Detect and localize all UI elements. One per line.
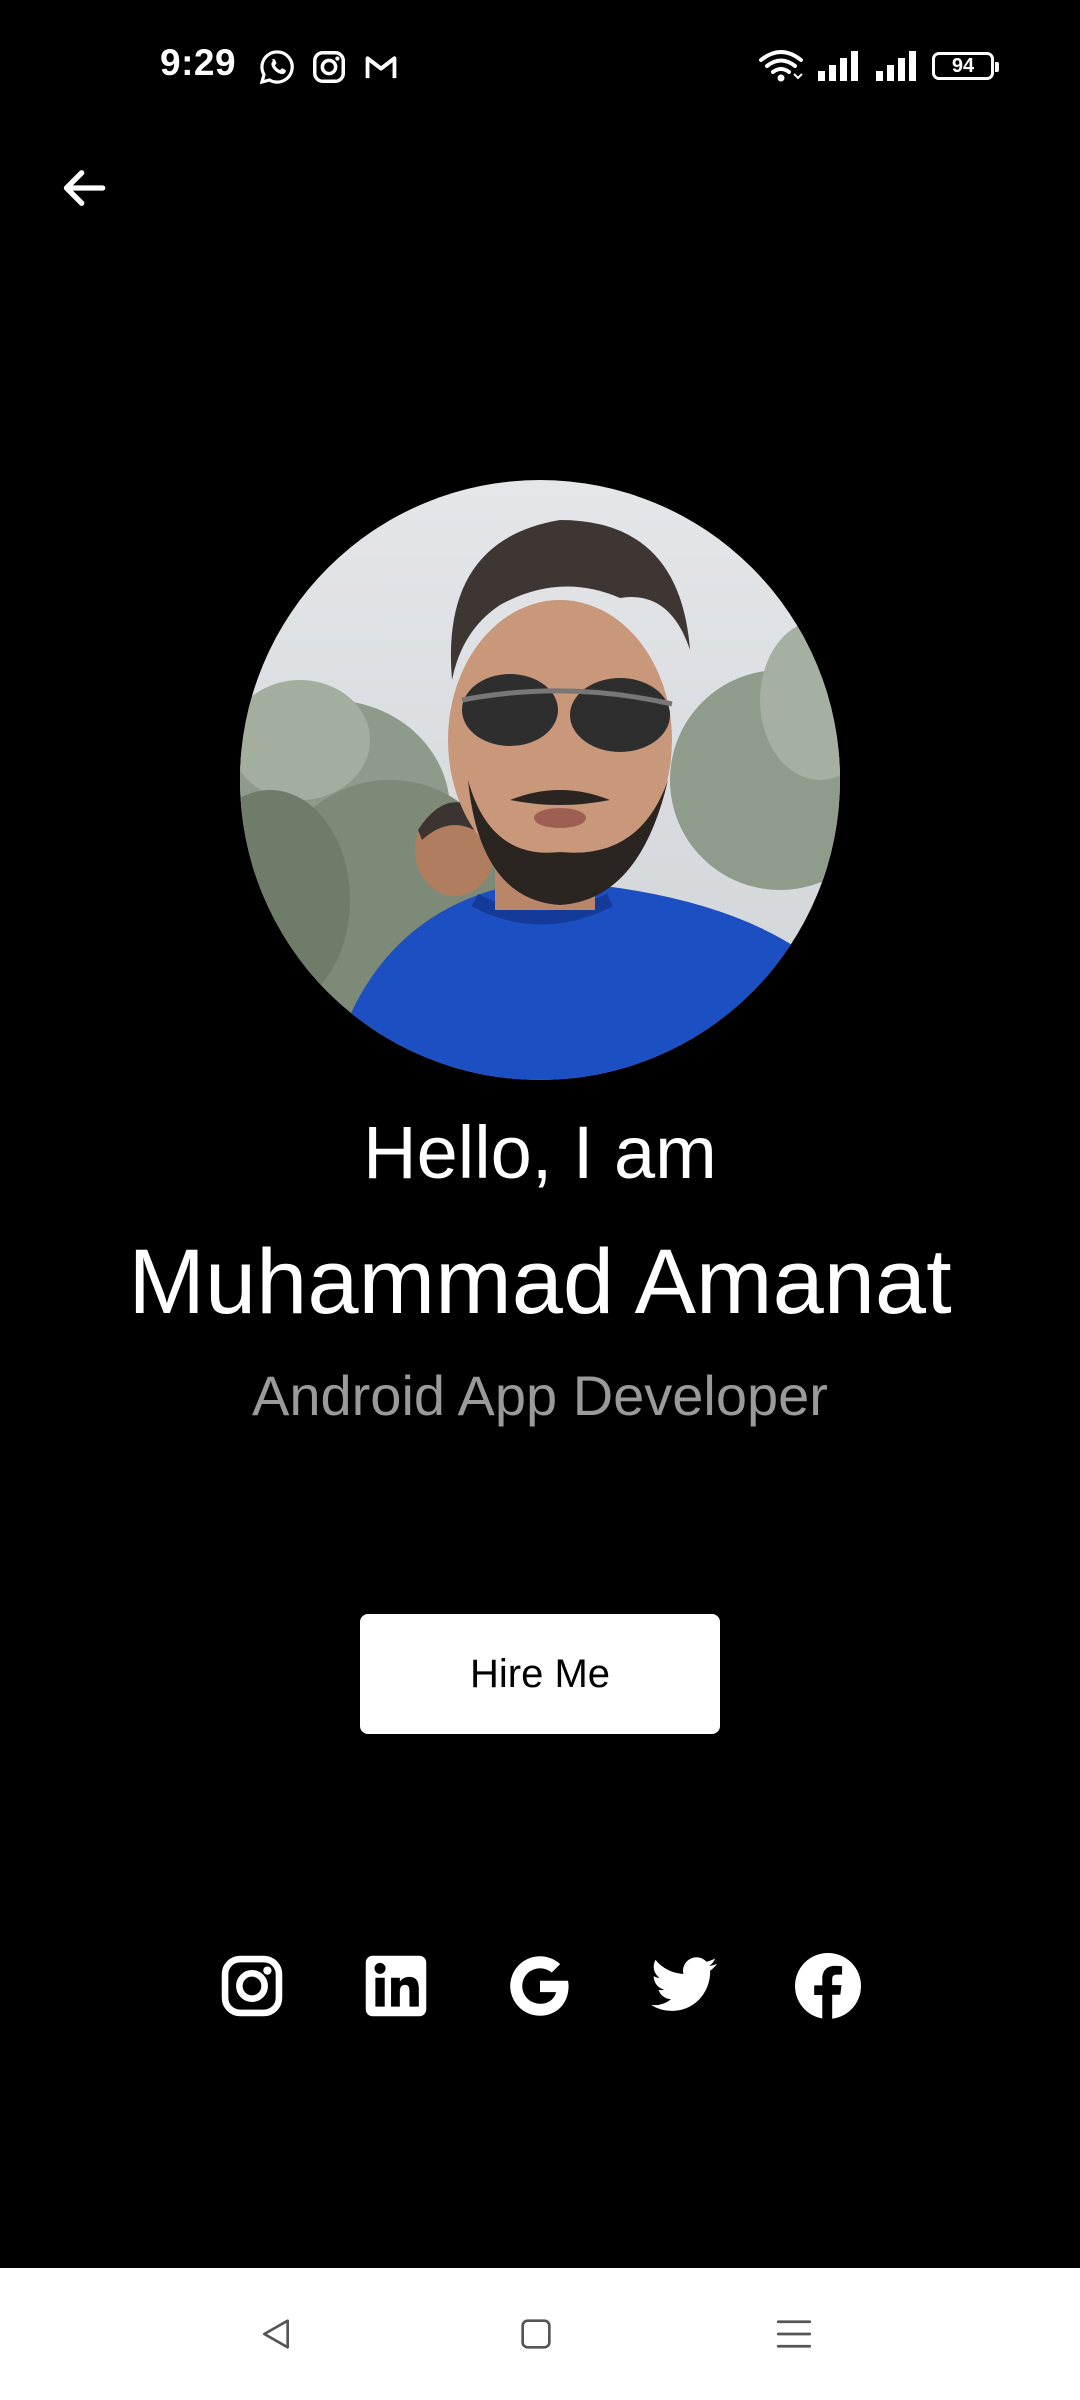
twitter-link[interactable] (644, 1946, 724, 2026)
home-nav-icon (521, 2319, 551, 2349)
menu-nav-icon (776, 2320, 812, 2348)
greeting-text: Hello, I am (363, 1111, 717, 1194)
profile-screen: 9:29 94 Hello, I am Muhammad Amanat Andr… (0, 0, 1080, 2400)
battery-icon: 94 (932, 52, 999, 80)
twitter-icon (651, 1957, 717, 2011)
status-time: 9:29 (160, 42, 237, 83)
profile-name: Muhammad Amanat (128, 1231, 952, 1333)
google-link[interactable] (500, 1946, 580, 2026)
nav-menu-button[interactable] (762, 2302, 826, 2366)
facebook-icon (795, 1953, 861, 2019)
hire-me-button[interactable]: Hire Me (360, 1614, 720, 1734)
profile-avatar (240, 480, 840, 1080)
google-icon (510, 1956, 569, 2016)
whatsapp-icon (259, 50, 294, 85)
battery-level: 94 (951, 54, 975, 77)
back-button[interactable] (52, 156, 116, 220)
wifi-icon (759, 50, 803, 82)
nav-home-button[interactable] (504, 2302, 568, 2366)
gmail-icon (365, 56, 397, 79)
notification-icons (258, 48, 400, 86)
profile-role: Android App Developer (252, 1364, 828, 1427)
system-icons: 94 (758, 48, 999, 84)
social-links (0, 1946, 1080, 2026)
instagram-link[interactable] (212, 1946, 292, 2026)
signal-icon (818, 51, 858, 81)
arrow-left-icon (63, 170, 106, 206)
linkedin-link[interactable] (356, 1946, 436, 2026)
nav-back-button[interactable] (244, 2302, 308, 2366)
signal-icon (876, 51, 916, 81)
instagram-icon (221, 1955, 283, 2017)
status-bar: 9:29 94 (0, 0, 1080, 136)
linkedin-icon (365, 1955, 427, 2017)
facebook-link[interactable] (788, 1946, 868, 2026)
instagram-icon (313, 51, 345, 83)
system-nav-bar (0, 2268, 1080, 2400)
back-nav-icon (263, 2319, 289, 2349)
